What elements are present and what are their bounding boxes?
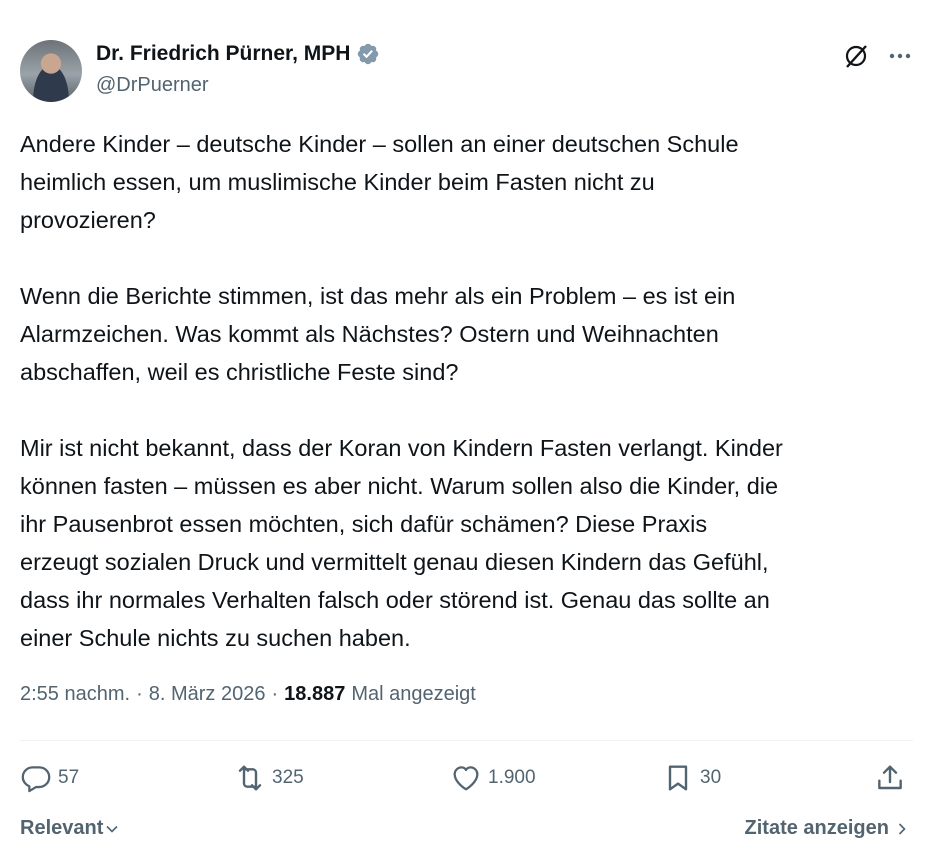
separator: · (271, 683, 279, 705)
post-date[interactable]: 8. März 2026 (149, 683, 266, 706)
share-icon (878, 765, 902, 790)
repost-icon (238, 765, 262, 791)
reply-count: 57 (58, 767, 80, 788)
author-row: Dr. Friedrich Pürner, MPH (96, 42, 380, 66)
post-paragraph: Mir ist nicht bekannt, dass der Koran vo… (20, 435, 783, 651)
author-name[interactable]: Dr. Friedrich Pürner, MPH (96, 42, 350, 66)
separator: · (136, 683, 143, 705)
bookmark-count: 30 (700, 767, 722, 788)
reply-button[interactable]: 57 (20, 762, 79, 794)
post-paragraph: Wenn die Berichte stimmen, ist das mehr … (20, 283, 736, 385)
share-button[interactable] (874, 762, 906, 794)
sort-label: Relevant (20, 817, 104, 839)
chevron-right-icon (898, 822, 906, 835)
divider (20, 740, 913, 741)
post-meta: 2:55 nachm. · 8. März 2026 · 18.887 Mal … (20, 683, 476, 706)
like-icon (453, 766, 479, 791)
avatar[interactable] (20, 40, 82, 102)
view-count: 18.887 (284, 683, 346, 705)
post-time[interactable]: 2:55 nachm. (20, 683, 130, 706)
like-count: 1.900 (488, 767, 536, 788)
grok-icon[interactable] (842, 42, 870, 70)
quotes-label: Zitate anzeigen (744, 817, 889, 839)
like-button[interactable]: 1.900 (450, 762, 536, 794)
post-text: Andere Kinder – deutsche Kinder – sollen… (20, 125, 920, 657)
view-quotes-link[interactable]: Zitate anzeigen (745, 817, 909, 840)
repost-count: 325 (272, 767, 304, 788)
reply-icon (21, 766, 51, 793)
post-paragraph: Andere Kinder – deutsche Kinder – sollen… (20, 131, 739, 233)
repost-button[interactable]: 325 (234, 762, 304, 794)
author-handle[interactable]: @DrPuerner (96, 74, 209, 97)
more-icon[interactable] (885, 43, 915, 69)
sort-replies-dropdown[interactable]: Relevant (20, 817, 119, 840)
bookmark-button[interactable]: 30 (662, 762, 721, 794)
verified-badge-icon[interactable] (356, 42, 380, 66)
bookmark-icon (668, 765, 688, 791)
view-count-label: Mal angezeigt (351, 683, 476, 705)
chevron-down-icon (106, 825, 118, 833)
